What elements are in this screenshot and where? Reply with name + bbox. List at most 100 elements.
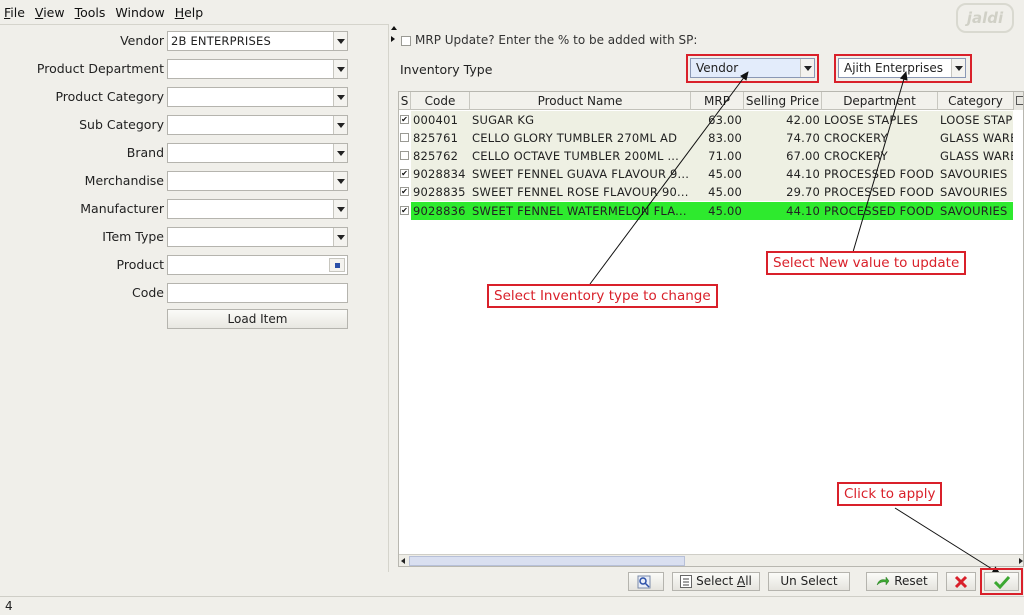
collapse-up-icon[interactable] <box>391 26 397 30</box>
chevron-down-icon[interactable] <box>333 60 347 78</box>
table-row[interactable]: ✔ 9028834 SWEET FENNEL GUAVA FLAVOUR 9..… <box>399 165 1023 183</box>
product-label: Product <box>116 257 164 272</box>
chevron-down-icon[interactable] <box>800 59 814 77</box>
row-checkbox[interactable]: ✔ <box>400 115 409 124</box>
scroll-left-icon[interactable] <box>401 558 405 564</box>
row-checkbox[interactable] <box>400 133 409 142</box>
expand-right-icon[interactable] <box>391 36 395 42</box>
callout-new-value: Select New value to update <box>766 251 967 275</box>
manufacturer-combo[interactable] <box>167 199 348 219</box>
code-label: Code <box>131 285 164 300</box>
jaldi-logo: jaldi <box>956 3 1014 33</box>
sub-category-combo[interactable] <box>167 115 348 135</box>
scroll-right-icon[interactable] <box>1019 558 1023 564</box>
item-type-label: ITem Type <box>102 229 164 244</box>
checklist-icon <box>680 575 693 588</box>
table-row[interactable]: ✔ 9028835 SWEET FENNEL ROSE FLAVOUR 90..… <box>399 183 1023 201</box>
table-row[interactable]: 825762 CELLO OCTAVE TUMBLER 200ML ... 71… <box>399 147 1023 165</box>
product-category-label: Product Category <box>55 89 164 104</box>
mrp-update-checkbox[interactable] <box>401 36 411 46</box>
product-department-combo[interactable] <box>167 59 348 79</box>
chevron-down-icon[interactable] <box>333 32 347 50</box>
brand-row: Brand <box>0 143 388 163</box>
product-department-row: Product Department <box>0 59 388 79</box>
item-type-combo[interactable] <box>167 227 348 247</box>
menu-tools[interactable]: Tools <box>75 5 106 20</box>
brand-label: Brand <box>126 145 164 160</box>
column-header-selling-price[interactable]: Selling Price <box>744 92 822 110</box>
column-header-select[interactable]: S <box>399 92 411 110</box>
product-picker-icon[interactable] <box>329 258 345 272</box>
inventory-type-combo[interactable]: Vendor <box>690 58 815 78</box>
search-icon <box>637 575 651 588</box>
manufacturer-label: Manufacturer <box>80 201 164 216</box>
row-checkbox[interactable]: ✔ <box>400 206 409 215</box>
table-row[interactable]: 825761 CELLO GLORY TUMBLER 270ML AD 83.0… <box>399 129 1023 147</box>
menu-bar: File View Tools Window Help <box>0 0 1024 24</box>
merchandise-combo[interactable] <box>167 171 348 191</box>
column-header-department[interactable]: Department <box>822 92 938 110</box>
cancel-button[interactable] <box>946 572 976 591</box>
callout-inventory-type: Select Inventory type to change <box>487 284 718 308</box>
grid-header: S Code Product Name MRP Selling Price De… <box>399 92 1023 110</box>
apply-button[interactable] <box>984 572 1019 591</box>
product-category-combo[interactable] <box>167 87 348 107</box>
brand-combo[interactable] <box>167 143 348 163</box>
chevron-down-icon[interactable] <box>333 88 347 106</box>
menu-file[interactable]: File <box>4 5 25 20</box>
menu-window[interactable]: Window <box>115 5 164 20</box>
panel-splitter[interactable] <box>388 24 397 572</box>
select-all-button[interactable]: Select All <box>672 572 760 591</box>
item-type-row: ITem Type <box>0 227 388 247</box>
sub-category-label: Sub Category <box>79 117 164 132</box>
new-value-text: Ajith Enterprises <box>844 61 943 75</box>
vendor-value: 2B ENTERPRISES <box>171 34 271 48</box>
product-department-label: Product Department <box>36 61 164 76</box>
inventory-type-value: Vendor <box>696 61 739 75</box>
reset-button[interactable]: Reset <box>866 572 938 591</box>
inventory-type-label: Inventory Type <box>400 62 493 77</box>
row-checkbox[interactable]: ✔ <box>400 169 409 178</box>
vendor-combo[interactable]: 2B ENTERPRISES <box>167 31 348 51</box>
code-input[interactable] <box>167 283 348 303</box>
table-row-selected[interactable]: ✔ 9028836 SWEET FENNEL WATERMELON FLA...… <box>399 202 1023 220</box>
mrp-update-label: MRP Update? Enter the % to be added with… <box>415 33 698 47</box>
horizontal-scrollbar[interactable] <box>399 554 1023 566</box>
chevron-down-icon[interactable] <box>333 228 347 246</box>
new-value-combo[interactable]: Ajith Enterprises <box>838 58 966 78</box>
load-item-button[interactable]: Load Item <box>167 309 348 329</box>
column-chooser-icon[interactable] <box>1013 92 1023 110</box>
menu-help[interactable]: Help <box>175 5 204 20</box>
chevron-down-icon[interactable] <box>951 59 965 77</box>
status-bar: 4 <box>0 596 1024 615</box>
checkmark-icon <box>993 575 1010 589</box>
vendor-row: Vendor 2B ENTERPRISES <box>0 31 388 51</box>
column-header-category[interactable]: Category <box>938 92 1014 110</box>
product-input[interactable] <box>167 255 348 275</box>
unselect-button[interactable]: Un Select <box>768 572 850 591</box>
product-row: Product <box>0 255 388 275</box>
row-checkbox[interactable]: ✔ <box>400 187 409 196</box>
preview-button[interactable] <box>628 572 664 591</box>
chevron-down-icon[interactable] <box>333 144 347 162</box>
column-header-product-name[interactable]: Product Name <box>470 92 691 110</box>
row-checkbox[interactable] <box>400 151 409 160</box>
chevron-down-icon[interactable] <box>333 116 347 134</box>
manufacturer-row: Manufacturer <box>0 199 388 219</box>
menu-view[interactable]: View <box>35 5 65 20</box>
chevron-down-icon[interactable] <box>333 200 347 218</box>
reset-arrow-icon <box>876 575 890 586</box>
column-header-code[interactable]: Code <box>411 92 470 110</box>
sub-category-row: Sub Category <box>0 115 388 135</box>
table-row[interactable]: ✔ 000401 SUGAR KG 63.00 42.00 LOOSE STAP… <box>399 111 1023 129</box>
callout-apply: Click to apply <box>837 482 943 506</box>
close-icon <box>954 575 968 588</box>
product-category-row: Product Category <box>0 87 388 107</box>
column-header-mrp[interactable]: MRP <box>691 92 744 110</box>
merchandise-label: Merchandise <box>84 173 164 188</box>
scroll-thumb[interactable] <box>409 556 685 566</box>
row-count: 4 <box>5 599 13 613</box>
merchandise-row: Merchandise <box>0 171 388 191</box>
filter-panel: Vendor 2B ENTERPRISES Product Department… <box>0 24 388 572</box>
chevron-down-icon[interactable] <box>333 172 347 190</box>
